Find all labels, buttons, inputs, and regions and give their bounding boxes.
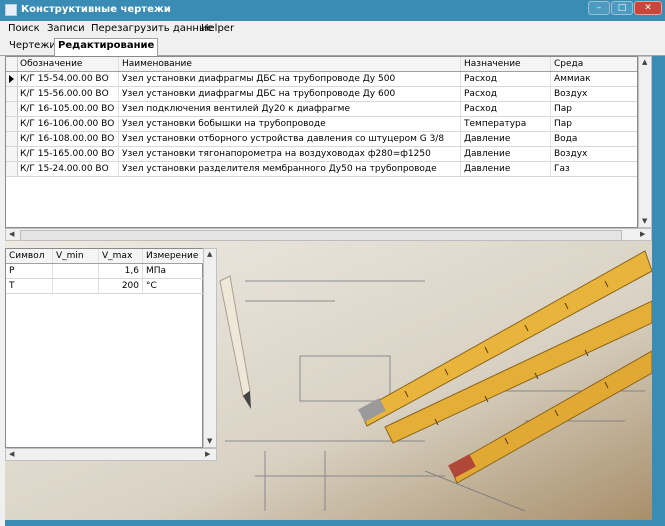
cell-designation[interactable]: К/Г 15-56.00.00 ВО [17,87,119,101]
column-header-vmax[interactable]: V_max [99,249,143,263]
scrollbar-thumb[interactable] [20,230,622,241]
scroll-up-icon[interactable]: ▲ [207,250,212,258]
tab-drawings[interactable]: Чертежи [6,39,59,54]
cell-vmin[interactable] [53,279,99,293]
cell-medium[interactable]: Газ [551,162,637,176]
column-header-purpose[interactable]: Назначение [461,57,551,71]
column-header-vmin[interactable]: V_min [53,249,99,263]
table-row[interactable]: К/Г 15-56.00.00 ВО Узел установки диафраг… [6,87,637,102]
table-row[interactable]: К/Г 15-24.00.00 ВО Узел установки раздели… [6,162,637,177]
cell-name[interactable]: Узел установки разделителя мембранного Д… [119,162,461,176]
column-header-symbol[interactable]: Символ [6,249,53,263]
maximize-icon: □ [617,3,627,13]
scroll-right-icon[interactable]: ▶ [640,230,645,238]
cell-purpose[interactable]: Расход [461,102,551,116]
cell-designation[interactable]: К/Г 15-24.00.00 ВО [17,162,119,176]
scroll-left-icon[interactable]: ◀ [9,230,14,238]
cell-purpose[interactable]: Расход [461,72,551,86]
cell-designation[interactable]: К/Г 16-106.00.00 ВО [17,117,119,131]
cell-purpose[interactable]: Давление [461,162,551,176]
table-header: Символ V_min V_max Измерение [6,249,204,264]
cell-designation[interactable]: К/Г 15-165.00.00 ВО [17,147,119,161]
drawings-table-vertical-scrollbar[interactable]: ▲ ▼ [638,56,652,228]
minimize-icon: – [596,3,602,13]
cell-purpose[interactable]: Давление [461,147,551,161]
menu-item-reload[interactable]: Перезагрузить данные [91,23,213,34]
menu-bar: Поиск Записи Перезагрузить данные Helper [0,21,665,37]
cell-designation[interactable]: К/Г 15-54.00.00 ВО [17,72,119,86]
column-header-medium[interactable]: Среда [551,57,637,71]
window-frame-bottom [0,520,665,526]
menu-item-records[interactable]: Записи [47,23,85,34]
cell-name[interactable]: Узел подключения вентилей Ду20 к диафраг… [119,102,461,116]
cell-symbol[interactable]: P [6,264,53,278]
cell-vmax[interactable]: 1,6 [99,264,143,278]
cell-medium[interactable]: Пар [551,102,637,116]
column-header-name[interactable]: Наименование [119,57,461,71]
cell-name[interactable]: Узел установки тягонапорометра на воздух… [119,147,461,161]
cell-designation[interactable]: К/Г 16-105.00.00 ВО [17,102,119,116]
cell-medium[interactable]: Пар [551,117,637,131]
table-header: Обозначение Наименование Назначение Сред… [6,57,637,72]
column-header-designation[interactable]: Обозначение [17,57,119,71]
scroll-right-icon[interactable]: ▶ [205,450,210,458]
table-row[interactable]: К/Г 15-54.00.00 ВО Узел установки диафраг… [6,72,637,87]
table-row[interactable]: К/Г 16-105.00.00 ВО Узел подключения вент… [6,102,637,117]
cell-medium[interactable]: Аммиак [551,72,637,86]
table-row[interactable]: К/Г 16-106.00.00 ВО Узел установки бобышк… [6,117,637,132]
tab-editing[interactable]: Редактирование [54,38,159,56]
window-title: Конструктивные чертежи [21,4,171,15]
menu-item-helper[interactable]: Helper [201,23,234,34]
cell-medium[interactable]: Воздух [551,87,637,101]
cell-purpose[interactable]: Давление [461,132,551,146]
close-button[interactable]: ✕ [634,1,662,15]
tab-strip: Чертежи Редактирование [0,37,665,56]
cell-designation[interactable]: К/Г 16-108.00.00 ВО [17,132,119,146]
cell-name[interactable]: Узел установки диафрагмы ДБС на трубопро… [119,72,461,86]
scroll-down-icon[interactable]: ▼ [642,217,647,225]
minimize-button[interactable]: – [588,1,610,15]
cell-purpose[interactable]: Температура [461,117,551,131]
title-bar: Конструктивные чертежи – □ ✕ [0,0,665,21]
parameters-table: Символ V_min V_max Измерение P 1,6 МПа T 200… [5,248,204,448]
cell-unit[interactable]: МПа [143,264,204,278]
close-icon: ✕ [644,3,652,13]
column-header-unit[interactable]: Измерение [143,249,204,263]
cell-name[interactable]: Узел установки бобышки на трубопроводе [119,117,461,131]
cell-name[interactable]: Узел установки отборного устройства давл… [119,132,461,146]
table-row[interactable]: T 200 °C [6,279,204,294]
table-row[interactable]: P 1,6 МПа [6,264,204,279]
table-row[interactable]: К/Г 16-108.00.00 ВО Узел установки отборн… [6,132,637,147]
scroll-up-icon[interactable]: ▲ [642,58,647,66]
cell-medium[interactable]: Воздух [551,147,637,161]
table-row[interactable]: К/Г 15-165.00.00 ВО Узел установки тягона… [6,147,637,162]
cell-symbol[interactable]: T [6,279,53,293]
parameters-table-vertical-scrollbar[interactable]: ▲ ▼ [203,248,217,448]
window-frame-right [652,37,665,526]
drawings-table: Обозначение Наименование Назначение Сред… [5,56,638,228]
app-icon [5,4,17,16]
menu-item-search[interactable]: Поиск [8,23,40,34]
cell-name[interactable]: Узел установки диафрагмы ДБС на трубопро… [119,87,461,101]
cell-vmin[interactable] [53,264,99,278]
drawings-table-horizontal-scrollbar[interactable]: ◀ ▶ [5,228,652,241]
scroll-left-icon[interactable]: ◀ [9,450,14,458]
cell-medium[interactable]: Вода [551,132,637,146]
cell-purpose[interactable]: Расход [461,87,551,101]
scroll-down-icon[interactable]: ▼ [207,437,212,445]
parameters-table-horizontal-scrollbar[interactable]: ◀ ▶ [5,448,217,461]
row-pointer-icon [9,75,14,83]
maximize-button[interactable]: □ [611,1,633,15]
cell-vmax[interactable]: 200 [99,279,143,293]
cell-unit[interactable]: °C [143,279,204,293]
